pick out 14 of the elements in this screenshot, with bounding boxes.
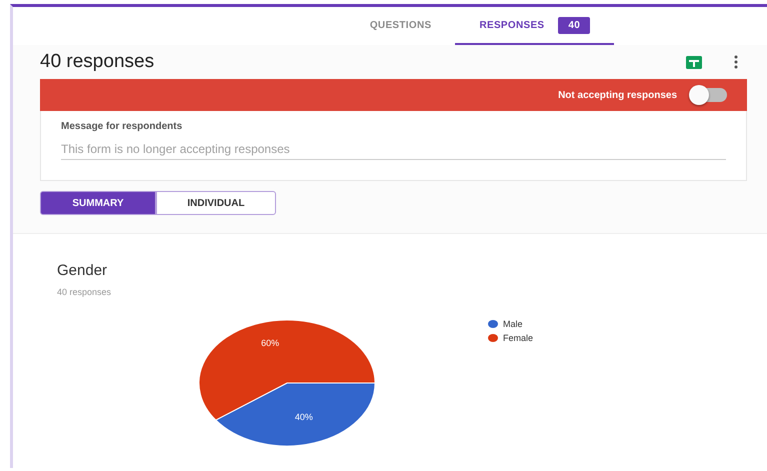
legend-label: Female <box>503 333 534 343</box>
responses-title: 40 responses <box>40 51 156 73</box>
message-label: Message for respondents <box>61 121 184 132</box>
view-toggle-button[interactable]: INDIVIDUAL <box>156 191 276 215</box>
message-field[interactable]: Message for respondents This form is no longer accepting responses <box>40 111 747 181</box>
banner-label: Not accepting responses <box>558 90 677 100</box>
view-toggle-button[interactable]: SUMMARY <box>40 191 156 215</box>
slice-label: 60% <box>261 338 280 348</box>
count-badge: 40 <box>558 16 590 34</box>
response-count: 40 responses <box>57 287 112 297</box>
legend-label: Male <box>503 319 523 329</box>
slice-label: 40% <box>294 412 313 422</box>
accepting-toggle[interactable] <box>691 88 727 102</box>
question-title: Gender <box>57 262 108 279</box>
